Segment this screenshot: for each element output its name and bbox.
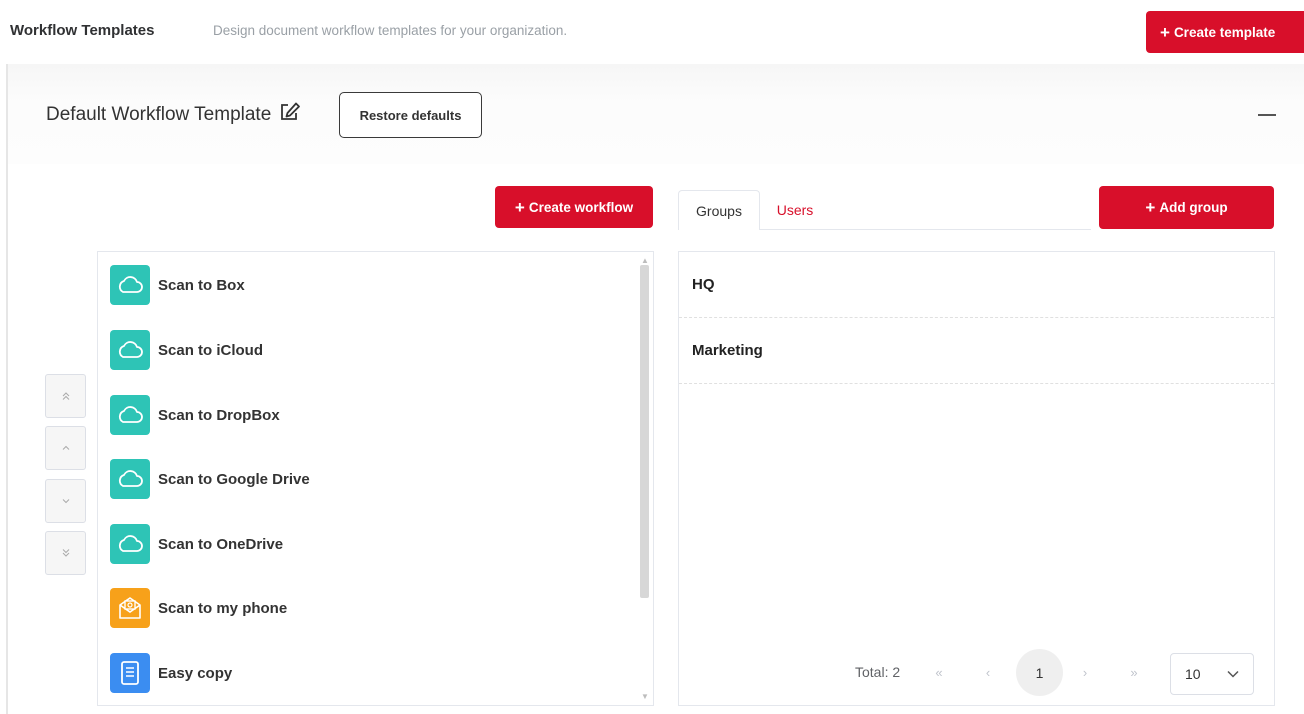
minus-icon[interactable]: [1258, 114, 1276, 116]
pagination-total: Total: 2: [855, 664, 901, 680]
create-workflow-button[interactable]: + Create workflow: [495, 186, 653, 228]
move-top-button[interactable]: [45, 374, 86, 418]
move-up-button[interactable]: [45, 426, 86, 470]
pagination-current-page[interactable]: 1: [1016, 649, 1063, 696]
scroll-up-icon[interactable]: ▲: [641, 256, 649, 265]
workflow-label: Scan to iCloud: [158, 341, 263, 359]
list-item[interactable]: Scan to OneDrive: [110, 523, 283, 565]
last-page-icon[interactable]: »: [1122, 660, 1146, 684]
workflow-label: Scan to DropBox: [158, 406, 280, 424]
workflow-list-scrollbar[interactable]: [640, 265, 649, 598]
list-item[interactable]: Scan to DropBox: [110, 394, 280, 436]
workflow-label: Scan to my phone: [158, 599, 288, 617]
move-bottom-icon: [62, 549, 69, 557]
page-size-select[interactable]: 10: [1170, 653, 1254, 695]
cloud-icon: [110, 395, 150, 435]
workflow-label: Scan to Box: [158, 276, 245, 294]
move-up-icon: [62, 445, 69, 450]
tab-groups[interactable]: Groups: [678, 190, 760, 230]
create-workflow-label: Create workflow: [528, 199, 634, 215]
scroll-down-icon[interactable]: ▼: [641, 692, 649, 701]
list-item[interactable]: Scan to Google Drive: [110, 458, 310, 500]
page-subtitle: Design document workflow templates for y…: [213, 23, 568, 38]
tab-underline: [759, 229, 1091, 230]
list-item[interactable]: Scan to my phone: [110, 587, 287, 629]
workflow-list: Scan to Box Scan to iCloud Scan to DropB…: [97, 251, 654, 706]
list-item[interactable]: Easy copy: [110, 652, 232, 694]
add-group-button[interactable]: + Add group: [1099, 186, 1274, 229]
add-group-label: Add group: [1159, 200, 1228, 215]
cloud-icon: [110, 265, 150, 305]
prev-page-icon[interactable]: ‹: [976, 660, 1000, 684]
document-icon: [110, 653, 150, 693]
template-name-label: Default Workflow Template: [46, 104, 272, 125]
plus-icon: +: [1160, 22, 1170, 42]
first-page-icon[interactable]: «: [927, 660, 951, 684]
plus-icon: +: [1145, 198, 1156, 217]
cloud-icon: [110, 524, 150, 564]
table-row[interactable]: Marketing: [679, 318, 1274, 384]
groups-list: HQ Marketing: [678, 251, 1275, 706]
tab-users[interactable]: Users: [760, 190, 830, 230]
mail-icon: [110, 588, 150, 628]
move-bottom-button[interactable]: [45, 531, 86, 575]
plus-icon: +: [514, 197, 525, 217]
create-template-button[interactable]: + Create template: [1146, 11, 1304, 53]
edit-icon[interactable]: [279, 102, 301, 128]
list-item[interactable]: Scan to iCloud: [110, 329, 263, 371]
list-item[interactable]: Scan to Box: [110, 264, 245, 306]
move-top-icon: [62, 392, 69, 400]
move-down-icon: [62, 499, 69, 504]
table-row[interactable]: HQ: [679, 252, 1274, 318]
create-template-label: Create template: [1173, 24, 1276, 40]
cloud-icon: [110, 330, 150, 370]
chevron-down-icon: [1227, 670, 1239, 678]
template-name: Default Workflow Template: [46, 102, 301, 128]
next-page-icon[interactable]: ›: [1073, 660, 1097, 684]
cloud-icon: [110, 459, 150, 499]
page-title: Workflow Templates: [10, 22, 155, 39]
workflow-label: Scan to Google Drive: [158, 470, 310, 488]
workflow-label: Scan to OneDrive: [158, 535, 284, 553]
restore-defaults-button[interactable]: Restore defaults: [339, 92, 482, 138]
workflow-label: Easy copy: [158, 664, 233, 682]
page-size-value: 10: [1185, 666, 1201, 682]
move-down-button[interactable]: [45, 479, 86, 523]
